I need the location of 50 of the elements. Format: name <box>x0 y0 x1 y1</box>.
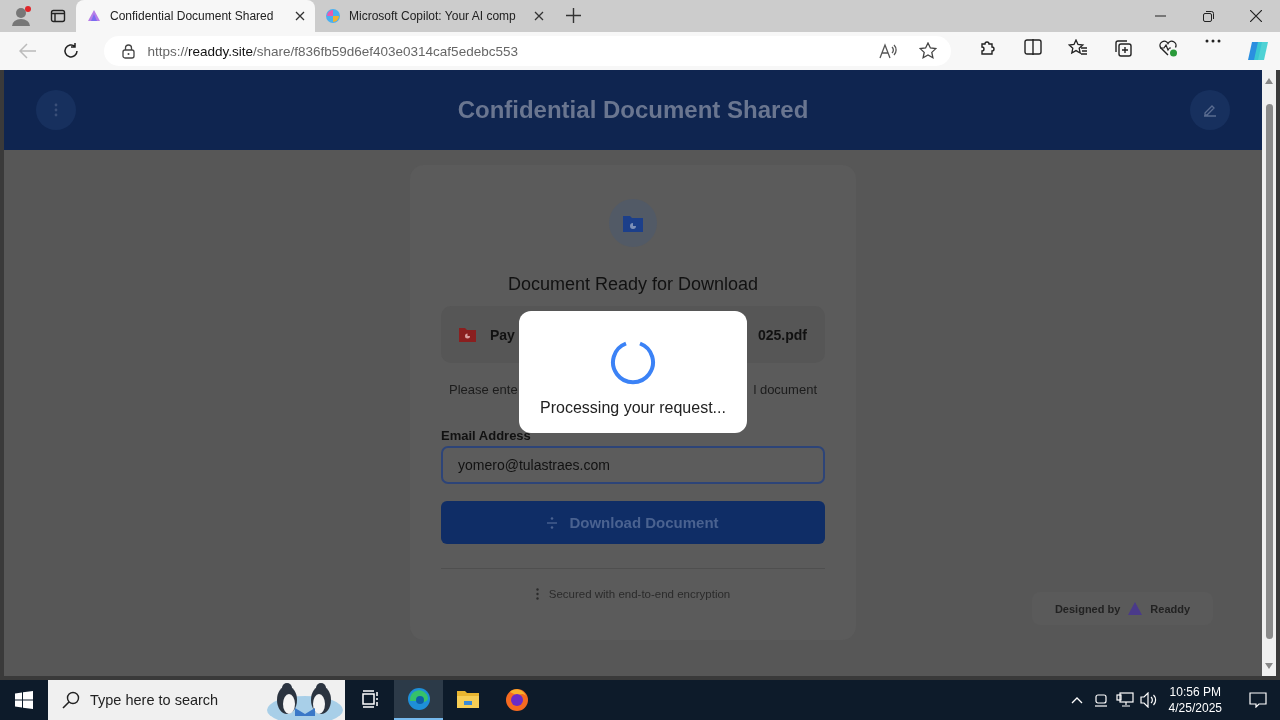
triangle-logo-icon <box>86 8 102 24</box>
close-icon[interactable] <box>295 11 305 21</box>
pen-icon <box>1203 103 1217 117</box>
firefox-icon <box>503 686 530 712</box>
scroll-up-icon[interactable] <box>1265 78 1273 84</box>
heart-pulse-icon[interactable] <box>1157 39 1178 57</box>
folder-icon <box>609 199 657 247</box>
browser-tab[interactable]: Confidential Document Shared <box>76 0 315 32</box>
taskbar-app[interactable] <box>394 680 443 720</box>
favorites-icon[interactable] <box>1067 39 1088 57</box>
lock-icon <box>122 43 136 59</box>
address-bar[interactable]: https://readdy.site/share/f836fb59d6ef403e0314caf5edebc553 <box>104 36 951 66</box>
network-icon[interactable] <box>1115 692 1134 708</box>
taskbar-clock[interactable]: 10:56 PM 4/25/2025 <box>1168 684 1222 716</box>
copilot-icon <box>325 8 341 24</box>
profile-icon[interactable] <box>10 4 34 28</box>
scrollbar[interactable] <box>1262 70 1276 676</box>
folder-icon <box>459 327 476 342</box>
more-icon[interactable] <box>1204 39 1221 43</box>
search-icon <box>62 691 80 709</box>
extensions-icon[interactable] <box>978 39 997 57</box>
email-label: Email Address <box>441 428 531 443</box>
split-screen-icon[interactable] <box>1023 39 1042 55</box>
new-tab-icon[interactable] <box>566 8 581 23</box>
processing-text: Processing your request... <box>540 399 726 417</box>
read-aloud-icon[interactable] <box>879 43 899 59</box>
volume-icon[interactable] <box>1139 692 1158 708</box>
folder-icon <box>455 688 480 710</box>
collections-icon[interactable] <box>1113 39 1132 57</box>
file-name: 025.pdf <box>758 326 807 343</box>
triangle-logo-icon <box>1128 602 1143 615</box>
instruction-text: Please ente <box>449 382 518 397</box>
page-title: Confidential Document Shared <box>457 96 809 124</box>
url-text: https://readdy.site/share/f836fb59d6ef403e0314caf5edebc553 <box>147 43 519 59</box>
refresh-icon[interactable] <box>61 42 80 60</box>
task-view-icon <box>359 689 380 709</box>
card-heading: Document Ready for Download <box>507 274 759 295</box>
copilot-icon[interactable] <box>1245 39 1270 63</box>
star-icon[interactable] <box>919 42 937 60</box>
taskbar-search[interactable]: Type here to search <box>48 680 345 720</box>
scroll-down-icon[interactable] <box>1265 663 1273 669</box>
edge-icon <box>405 686 432 712</box>
close-icon[interactable] <box>534 11 544 21</box>
divide-icon <box>547 516 558 529</box>
chevron-up-icon[interactable] <box>1070 696 1083 704</box>
file-name: Pay <box>490 326 515 343</box>
notifications-icon[interactable] <box>1249 692 1267 708</box>
more-vertical-icon <box>535 588 539 600</box>
more-vertical-icon <box>54 103 58 117</box>
browser-tab[interactable]: Microsoft Copilot: Your AI comp <box>315 0 554 32</box>
